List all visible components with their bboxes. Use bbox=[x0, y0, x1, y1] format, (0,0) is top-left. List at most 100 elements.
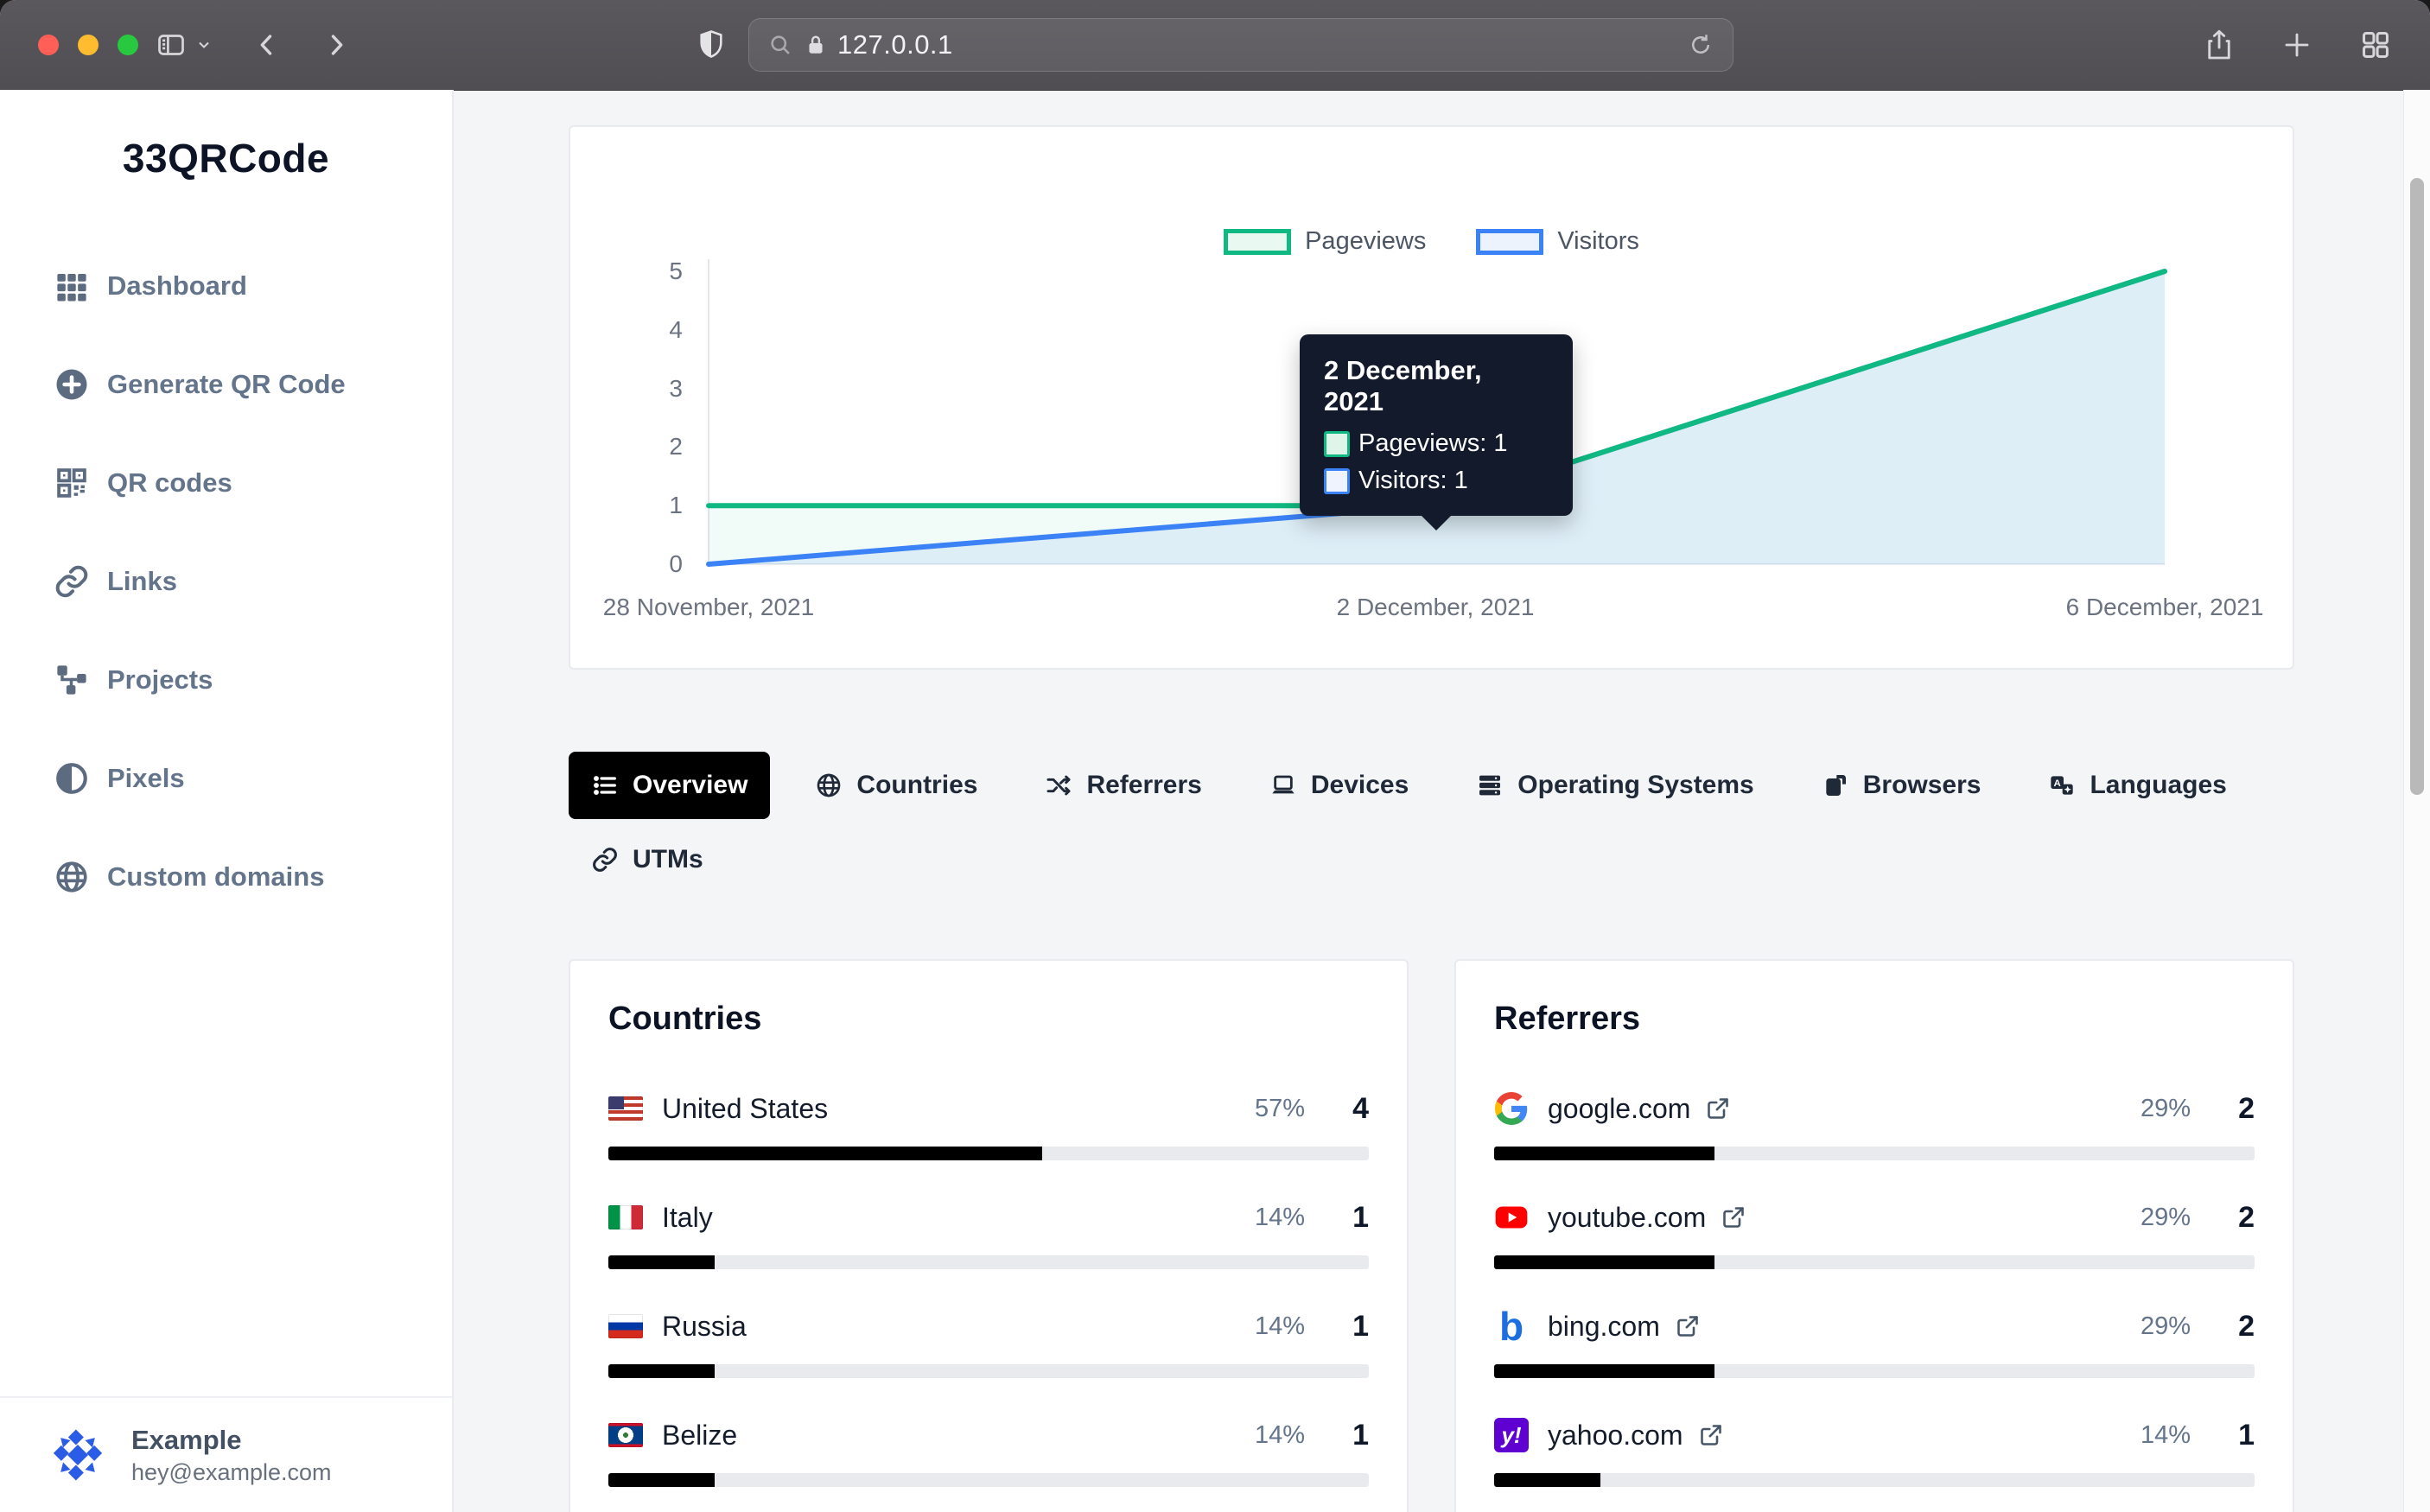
sidebar-item-label: QR codes bbox=[107, 467, 232, 499]
plus-circle-icon bbox=[54, 366, 90, 403]
countries-card: Countries United States 57% 4 Italy 14% bbox=[569, 959, 1409, 1512]
progress-bar bbox=[1494, 1364, 2255, 1378]
x-axis-label: 2 December, 2021 bbox=[1337, 594, 1535, 621]
y-axis-tick: 4 bbox=[579, 314, 683, 346]
lock-icon bbox=[805, 33, 827, 57]
sidebar-item-generate-qr-code[interactable]: Generate QR Code bbox=[0, 335, 452, 434]
tab-referrers[interactable]: Referrers bbox=[1022, 752, 1224, 819]
country-row: United States 57% 4 bbox=[608, 1088, 1369, 1160]
country-row: Italy 14% 1 bbox=[608, 1197, 1369, 1269]
progress-bar bbox=[608, 1255, 1369, 1269]
progress-bar bbox=[1494, 1255, 2255, 1269]
country-row: Belize 14% 1 bbox=[608, 1414, 1369, 1487]
external-link-icon[interactable] bbox=[1676, 1314, 1700, 1338]
traffic-chart-card: Pageviews Visitors 5 4 3 2 1 0 28 Novemb… bbox=[569, 125, 2294, 670]
app-window: 127.0.0.1 bbox=[0, 0, 2430, 1512]
y-axis-tick: 3 bbox=[579, 373, 683, 404]
translate-icon: A bbox=[2048, 772, 2076, 799]
referrer-row: youtube.com 29% 2 bbox=[1494, 1197, 2255, 1269]
referrer-row: b bing.com 29% 2 bbox=[1494, 1306, 2255, 1378]
sidebar-item-label: Links bbox=[107, 566, 177, 597]
link-icon bbox=[54, 563, 90, 600]
referrer-count: 2 bbox=[2230, 1201, 2255, 1235]
x-axis-label: 28 November, 2021 bbox=[603, 594, 814, 621]
search-icon bbox=[768, 33, 792, 57]
y-axis-tick: 5 bbox=[579, 256, 683, 287]
analytics-tabs-row-2: UTMs bbox=[569, 826, 726, 893]
page-scrollbar[interactable] bbox=[2403, 90, 2430, 1512]
tab-devices[interactable]: Devices bbox=[1247, 752, 1431, 819]
link-icon bbox=[591, 846, 619, 874]
russia-flag-icon bbox=[608, 1314, 643, 1338]
country-percent: 14% bbox=[1255, 1204, 1305, 1232]
sidebar-item-dashboard[interactable]: Dashboard bbox=[0, 237, 452, 335]
google-favicon bbox=[1494, 1091, 1529, 1126]
sidebar-item-qr-codes[interactable]: QR codes bbox=[0, 434, 452, 532]
countries-title: Countries bbox=[608, 1001, 1369, 1038]
tab-browsers[interactable]: Browsers bbox=[1799, 752, 2004, 819]
shuffle-icon bbox=[1045, 772, 1072, 799]
country-percent: 14% bbox=[1255, 1421, 1305, 1450]
globe-icon bbox=[815, 772, 843, 799]
sidebar-item-label: Dashboard bbox=[107, 270, 247, 302]
browser-window-icon bbox=[1822, 772, 1849, 799]
app-logo: 33QRCode bbox=[0, 135, 452, 181]
analytics-tabs-row-1: Overview Countries Referrers Devices bbox=[569, 752, 2249, 819]
country-percent: 57% bbox=[1255, 1095, 1305, 1123]
sidebar-item-projects[interactable]: Projects bbox=[0, 631, 452, 729]
progress-bar bbox=[608, 1473, 1369, 1487]
reload-icon[interactable] bbox=[1688, 32, 1714, 58]
tab-languages[interactable]: A Languages bbox=[2026, 752, 2249, 819]
progress-bar bbox=[608, 1364, 1369, 1378]
country-count: 1 bbox=[1345, 1201, 1369, 1235]
projects-hierarchy-icon bbox=[54, 662, 90, 698]
y-axis-tick: 2 bbox=[579, 431, 683, 462]
country-percent: 14% bbox=[1255, 1312, 1305, 1341]
user-email: hey@example.com bbox=[131, 1458, 332, 1487]
x-axis-label: 6 December, 2021 bbox=[2066, 594, 2264, 621]
referrers-title: Referrers bbox=[1494, 1001, 2255, 1038]
svg-text:A: A bbox=[2054, 778, 2061, 789]
scrollbar-thumb[interactable] bbox=[2410, 178, 2424, 795]
globe-icon bbox=[54, 859, 90, 895]
user-account[interactable]: Example hey@example.com bbox=[0, 1396, 452, 1512]
italy-flag-icon bbox=[608, 1205, 643, 1229]
tab-utms[interactable]: UTMs bbox=[569, 826, 726, 893]
progress-bar bbox=[608, 1147, 1369, 1160]
sidebar-item-label: Generate QR Code bbox=[107, 369, 346, 400]
user-name: Example bbox=[131, 1423, 332, 1458]
dashboard-grid-icon bbox=[54, 268, 90, 304]
referrer-percent: 29% bbox=[2141, 1204, 2191, 1232]
tab-overview-icon[interactable] bbox=[2359, 29, 2392, 61]
avatar bbox=[48, 1426, 107, 1484]
tab-operating-systems[interactable]: Operating Systems bbox=[1454, 752, 1776, 819]
tooltip-pageviews-value: Pageviews: 1 bbox=[1358, 429, 1508, 458]
referrer-percent: 14% bbox=[2141, 1421, 2191, 1450]
progress-bar bbox=[1494, 1473, 2255, 1487]
referrer-percent: 29% bbox=[2141, 1312, 2191, 1341]
tab-countries[interactable]: Countries bbox=[792, 752, 1000, 819]
new-tab-icon[interactable] bbox=[2281, 29, 2312, 60]
qr-code-icon bbox=[54, 465, 90, 501]
y-axis-tick: 1 bbox=[579, 490, 683, 521]
country-count: 4 bbox=[1345, 1092, 1369, 1126]
external-link-icon[interactable] bbox=[1699, 1423, 1723, 1447]
external-link-icon[interactable] bbox=[1706, 1096, 1730, 1121]
progress-bar bbox=[1494, 1147, 2255, 1160]
sidebar-item-label: Pixels bbox=[107, 763, 185, 794]
address-bar[interactable]: 127.0.0.1 bbox=[748, 18, 1733, 72]
referrer-row: google.com 29% 2 bbox=[1494, 1088, 2255, 1160]
sidebar-item-custom-domains[interactable]: Custom domains bbox=[0, 828, 452, 926]
share-icon[interactable] bbox=[2204, 28, 2235, 62]
sidebar-item-links[interactable]: Links bbox=[0, 532, 452, 631]
referrer-percent: 29% bbox=[2141, 1095, 2191, 1123]
server-stack-icon bbox=[1476, 772, 1504, 799]
tooltip-date: 2 December, 2021 bbox=[1324, 355, 1549, 417]
tab-overview[interactable]: Overview bbox=[569, 752, 770, 819]
external-link-icon[interactable] bbox=[1721, 1205, 1746, 1229]
belize-flag-icon bbox=[608, 1423, 643, 1447]
y-axis-tick: 0 bbox=[579, 549, 683, 580]
privacy-shield-icon[interactable] bbox=[697, 29, 726, 61]
sidebar-item-pixels[interactable]: Pixels bbox=[0, 729, 452, 828]
referrers-card: Referrers google.com bbox=[1454, 959, 2294, 1512]
